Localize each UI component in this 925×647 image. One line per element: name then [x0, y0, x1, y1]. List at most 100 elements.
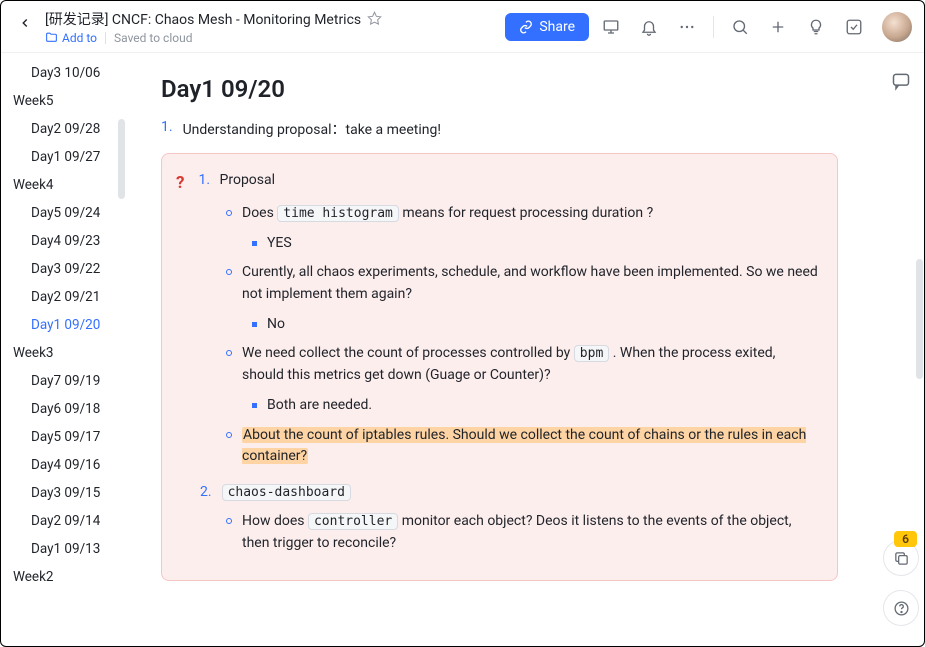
chevron-left-icon [18, 16, 32, 30]
back-button[interactable] [13, 11, 37, 35]
star-button[interactable] [367, 11, 382, 26]
check-square-icon [845, 18, 863, 36]
section-heading: Day1 09/20 [161, 75, 838, 103]
link-icon [519, 20, 533, 34]
bullet-square-icon [252, 403, 257, 408]
a1: YES [252, 233, 819, 255]
topbar-right: Share [505, 11, 912, 43]
callout-box: ? 1. Proposal Does time histogram means … [161, 153, 838, 581]
question-mark-icon: ? [176, 173, 184, 193]
q1-pre: Does [242, 205, 277, 221]
bullet-square-icon [252, 241, 257, 246]
outline-week[interactable]: Week3 [1, 339, 130, 367]
comment-count-badge[interactable]: 6 [894, 531, 917, 547]
title-row: [研发记录] CNCF: Chaos Mesh - Monitoring Met… [45, 9, 382, 29]
a2: No [252, 314, 819, 336]
search-button[interactable] [724, 11, 756, 43]
a3-text: Both are needed. [267, 395, 372, 417]
new-button[interactable] [762, 11, 794, 43]
doc-title[interactable]: [研发记录] CNCF: Chaos Mesh - Monitoring Met… [45, 9, 361, 29]
bullet-ring-icon [226, 210, 232, 216]
lightbulb-icon [807, 18, 825, 36]
folder-icon [45, 31, 58, 44]
sidebar-scrollbar[interactable] [118, 119, 125, 199]
code-bpm: bpm [574, 345, 609, 362]
block-2: 2. chaos-dashboard [200, 484, 819, 501]
outline-day[interactable]: Day2 09/21 [1, 283, 130, 311]
app-frame: [研发记录] CNCF: Chaos Mesh - Monitoring Met… [0, 0, 925, 647]
comments-button[interactable] [891, 71, 911, 91]
dots-icon [678, 18, 696, 36]
list-number-2: 2. [200, 484, 212, 501]
q5-text: How does controller monitor each object?… [242, 511, 819, 554]
q3-text: We need collect the count of processes c… [242, 343, 819, 386]
saved-status: Saved to cloud [114, 31, 192, 45]
bullet-ring-icon [226, 350, 232, 356]
outline-day[interactable]: Day4 09/23 [1, 227, 130, 255]
user-avatar[interactable] [882, 12, 912, 42]
help-button[interactable] [883, 590, 919, 626]
plus-icon [769, 18, 787, 36]
outline-day[interactable]: Day7 09/19 [1, 367, 130, 395]
star-icon [367, 11, 382, 26]
outline-day[interactable]: Day5 09/17 [1, 423, 130, 451]
help-icon [893, 600, 910, 617]
v-separator [713, 16, 714, 38]
bullet-ring-icon [226, 269, 232, 275]
outline-day[interactable]: Day2 09/14 [1, 507, 130, 535]
title-wrap: [研发记录] CNCF: Chaos Mesh - Monitoring Met… [45, 9, 382, 45]
outline-week[interactable]: Week4 [1, 171, 130, 199]
add-to-button[interactable]: Add to [45, 31, 97, 45]
document-content[interactable]: Day1 09/20 1. Understanding proposal：tak… [131, 53, 878, 646]
presentation-icon [602, 18, 620, 36]
bell-icon [640, 18, 658, 36]
q5: How does controller monitor each object?… [226, 511, 819, 554]
topbar-left: [研发记录] CNCF: Chaos Mesh - Monitoring Met… [13, 9, 497, 45]
more-button[interactable] [671, 11, 703, 43]
highlighted-text: About the count of iptables rules. Shoul… [242, 427, 806, 465]
outline-day[interactable]: Day5 09/24 [1, 199, 130, 227]
share-button[interactable]: Share [505, 13, 589, 41]
outline-day[interactable]: Day3 09/15 [1, 479, 130, 507]
q1-text: Does time histogram means for request pr… [242, 203, 653, 225]
chat-icon [891, 71, 911, 91]
q3: We need collect the count of processes c… [226, 343, 819, 386]
item1-text: Understanding proposal：take a meeting! [183, 119, 441, 139]
idea-button[interactable] [800, 11, 832, 43]
page-scrollbar[interactable] [916, 259, 923, 379]
q2-text: Curently, all chaos experiments, schedul… [242, 262, 819, 305]
q4: About the count of iptables rules. Shoul… [226, 425, 819, 468]
a3: Both are needed. [252, 395, 819, 417]
outline-day[interactable]: Day3 09/22 [1, 255, 130, 283]
present-button[interactable] [595, 11, 627, 43]
outline-week[interactable]: Week2 [1, 563, 130, 591]
code-time-histogram: time histogram [277, 205, 399, 222]
outline-sidebar[interactable]: Day3 10/06Week5Day2 09/28Day1 09/27Week4… [1, 53, 131, 646]
outline-week[interactable]: Week5 [1, 87, 130, 115]
task-button[interactable] [838, 11, 870, 43]
subtitle-row: Add to Saved to cloud [45, 31, 382, 45]
q1: Does time histogram means for request pr… [226, 203, 819, 225]
q5-pre: How does [242, 513, 308, 529]
q3-pre: We need collect the count of processes c… [242, 345, 574, 361]
outline-day[interactable]: Day3 10/06 [1, 59, 130, 87]
search-icon [731, 18, 749, 36]
outline-day[interactable]: Day2 09/28 [1, 115, 130, 143]
outline-day[interactable]: Day6 09/18 [1, 395, 130, 423]
rail-bottom [883, 540, 919, 626]
share-label: Share [539, 19, 575, 35]
outline-day[interactable]: Day4 09/16 [1, 451, 130, 479]
topbar: [研发记录] CNCF: Chaos Mesh - Monitoring Met… [1, 1, 924, 53]
outline-day[interactable]: Day1 09/20 [1, 311, 130, 339]
a2-text: No [267, 314, 285, 336]
q4-text: About the count of iptables rules. Shoul… [242, 425, 819, 468]
proposal-row: 1. Proposal [198, 172, 275, 193]
copy-icon [893, 550, 910, 567]
outline-day[interactable]: Day1 09/13 [1, 535, 130, 563]
notification-button[interactable] [633, 11, 665, 43]
q1-post: means for request processing duration ? [399, 205, 653, 221]
bullet-ring-icon [226, 518, 232, 524]
outline-day[interactable]: Day1 09/27 [1, 143, 130, 171]
code-chaos-dashboard: chaos-dashboard [222, 484, 351, 501]
proposal-list: Does time histogram means for request pr… [226, 203, 819, 468]
